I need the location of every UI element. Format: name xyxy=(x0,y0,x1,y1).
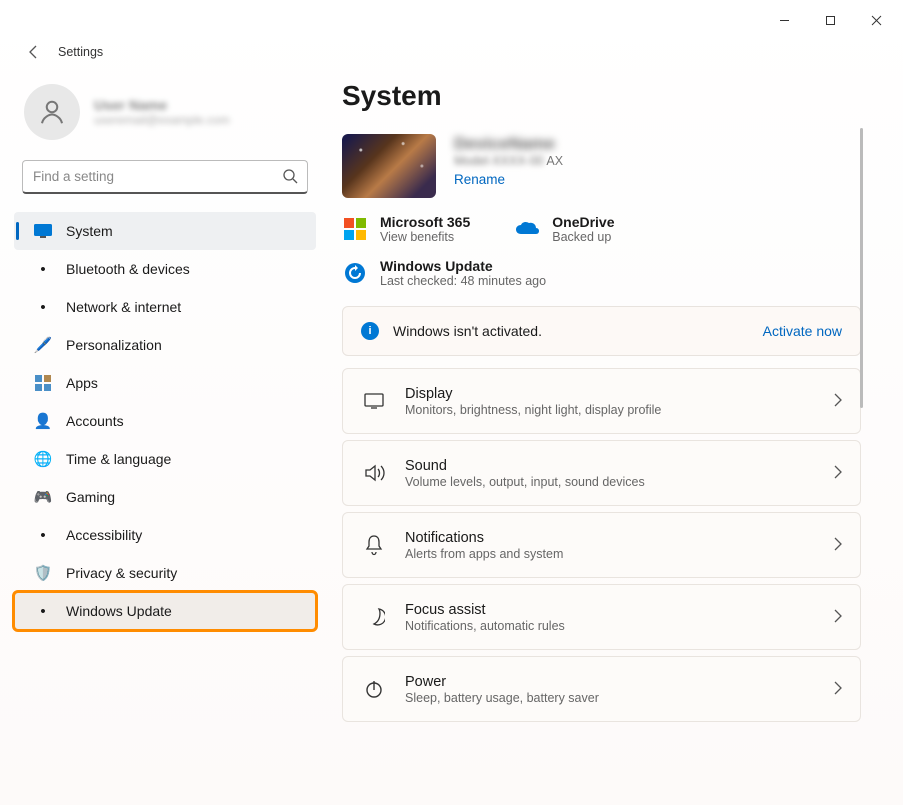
card-title: Notifications xyxy=(405,530,816,546)
sidebar-item-label: Bluetooth & devices xyxy=(66,261,190,277)
bluetooth-icon: • xyxy=(34,260,52,278)
search-icon xyxy=(282,168,298,187)
system-icon xyxy=(34,222,52,240)
activation-banner: i Windows isn't activated. Activate now xyxy=(342,306,861,356)
sidebar-item-time[interactable]: 🌐 Time & language xyxy=(14,440,316,478)
gaming-icon: 🎮 xyxy=(34,488,52,506)
card-title: Sound xyxy=(405,458,816,474)
card-subtitle: Volume levels, output, input, sound devi… xyxy=(405,475,816,489)
service-onedrive[interactable]: OneDriveBacked up xyxy=(514,214,614,244)
sidebar-item-personalization[interactable]: 🖊️ Personalization xyxy=(14,326,316,364)
device-thumbnail xyxy=(342,134,436,198)
focus-icon xyxy=(361,606,387,628)
sidebar-item-label: Personalization xyxy=(66,337,162,353)
accessibility-icon: • xyxy=(34,526,52,544)
card-notifications[interactable]: Notifications Alerts from apps and syste… xyxy=(342,512,861,578)
app-title: Settings xyxy=(58,45,103,59)
card-subtitle: Sleep, battery usage, battery saver xyxy=(405,691,816,705)
sidebar-item-network[interactable]: • Network & internet xyxy=(14,288,316,326)
onedrive-icon xyxy=(514,216,540,242)
service-windows-update[interactable]: Windows UpdateLast checked: 48 minutes a… xyxy=(342,258,861,288)
minimize-button[interactable] xyxy=(761,4,807,36)
network-icon: • xyxy=(34,298,52,316)
sidebar-item-accounts[interactable]: 👤 Accounts xyxy=(14,402,316,440)
device-name: DeviceName xyxy=(454,134,563,154)
sidebar-item-accessibility[interactable]: • Accessibility xyxy=(14,516,316,554)
service-title: Windows Update xyxy=(380,258,546,274)
sidebar-item-apps[interactable]: Apps xyxy=(14,364,316,402)
sidebar-item-label: Accounts xyxy=(66,413,124,429)
sidebar-item-bluetooth[interactable]: • Bluetooth & devices xyxy=(14,250,316,288)
notifications-icon xyxy=(361,534,387,556)
chevron-right-icon xyxy=(834,681,842,698)
sidebar-item-label: Apps xyxy=(66,375,98,391)
card-display[interactable]: Display Monitors, brightness, night ligh… xyxy=(342,368,861,434)
chevron-right-icon xyxy=(834,393,842,410)
update-icon xyxy=(342,260,368,286)
microsoft365-icon xyxy=(342,216,368,242)
power-icon xyxy=(361,678,387,700)
chevron-right-icon xyxy=(834,609,842,626)
service-sub: View benefits xyxy=(380,230,470,244)
service-sub: Last checked: 48 minutes ago xyxy=(380,274,546,288)
sidebar-item-gaming[interactable]: 🎮 Gaming xyxy=(14,478,316,516)
sidebar-item-label: Windows Update xyxy=(66,603,172,619)
display-icon xyxy=(361,392,387,410)
accounts-icon: 👤 xyxy=(34,412,52,430)
chevron-right-icon xyxy=(834,537,842,554)
card-subtitle: Notifications, automatic rules xyxy=(405,619,816,633)
card-subtitle: Alerts from apps and system xyxy=(405,547,816,561)
card-title: Focus assist xyxy=(405,602,816,618)
sidebar-item-label: Gaming xyxy=(66,489,115,505)
service-title: Microsoft 365 xyxy=(380,214,470,230)
profile-block[interactable]: User Name useremail@example.com xyxy=(14,70,316,160)
card-sound[interactable]: Sound Volume levels, output, input, soun… xyxy=(342,440,861,506)
card-title: Display xyxy=(405,386,816,402)
close-button[interactable] xyxy=(853,4,899,36)
back-button[interactable] xyxy=(18,36,50,68)
sidebar-item-privacy[interactable]: 🛡️ Privacy & security xyxy=(14,554,316,592)
card-focus[interactable]: Focus assist Notifications, automatic ru… xyxy=(342,584,861,650)
sidebar-item-label: Network & internet xyxy=(66,299,181,315)
service-title: OneDrive xyxy=(552,214,614,230)
card-title: Power xyxy=(405,674,816,690)
card-power[interactable]: Power Sleep, battery usage, battery save… xyxy=(342,656,861,722)
sidebar-item-label: Accessibility xyxy=(66,527,142,543)
apps-icon xyxy=(34,374,52,392)
activate-now-link[interactable]: Activate now xyxy=(763,323,842,339)
maximize-button[interactable] xyxy=(807,4,853,36)
update-icon: • xyxy=(34,602,52,620)
sidebar-item-label: Time & language xyxy=(66,451,171,467)
profile-name: User Name xyxy=(94,97,230,113)
sidebar-item-label: Privacy & security xyxy=(66,565,177,581)
info-icon: i xyxy=(361,322,379,340)
time-icon: 🌐 xyxy=(34,450,52,468)
scrollbar[interactable] xyxy=(860,128,863,408)
sidebar-item-label: System xyxy=(66,223,113,239)
banner-text: Windows isn't activated. xyxy=(393,323,749,339)
privacy-icon: 🛡️ xyxy=(34,564,52,582)
device-model: Model-XXXX-00 AX xyxy=(454,154,563,168)
sidebar-item-update[interactable]: • Windows Update xyxy=(14,592,316,630)
sound-icon xyxy=(361,463,387,483)
page-title: System xyxy=(342,80,861,112)
rename-link[interactable]: Rename xyxy=(454,172,505,187)
personalization-icon: 🖊️ xyxy=(34,336,52,354)
card-subtitle: Monitors, brightness, night light, displ… xyxy=(405,403,816,417)
profile-email: useremail@example.com xyxy=(94,113,230,127)
chevron-right-icon xyxy=(834,465,842,482)
service-sub: Backed up xyxy=(552,230,614,244)
service-microsoft365[interactable]: Microsoft 365View benefits xyxy=(342,214,470,244)
avatar xyxy=(24,84,80,140)
search-input[interactable] xyxy=(22,160,308,194)
sidebar-item-system[interactable]: System xyxy=(14,212,316,250)
